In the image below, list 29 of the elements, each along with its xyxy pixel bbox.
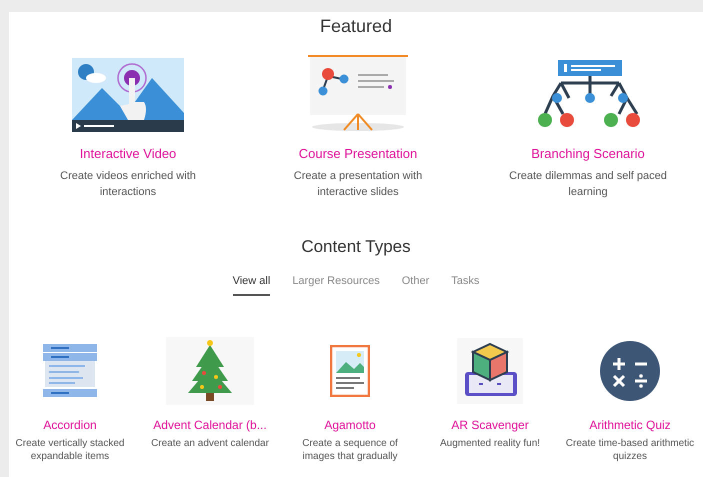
math-operators-icon	[599, 340, 661, 402]
content-type-link[interactable]: Agamotto	[324, 416, 376, 434]
framed-picture-icon	[330, 344, 370, 396]
christmas-tree-icon	[166, 336, 254, 404]
content-type-description: Create a presentation with interactive slides	[292, 168, 424, 200]
filter-tab[interactable]: Tasks	[451, 273, 480, 296]
content-type-description: Create a sequence of images that gradually	[301, 436, 399, 462]
filter-tab[interactable]: Larger Resources	[292, 273, 380, 296]
section-title: Featured	[320, 15, 392, 38]
content-type-description: Augmented reality fun!	[438, 436, 542, 450]
video-player-icon	[72, 58, 184, 132]
content-type-description: Create vertically stacked expandable items	[14, 436, 126, 462]
content-type-link[interactable]: Arithmetic Quiz	[589, 416, 671, 434]
content-type-link[interactable]: Interactive Video	[80, 144, 176, 164]
content-type-description: Create an advent calendar	[150, 436, 270, 450]
content-type-link[interactable]: Accordion	[43, 416, 97, 434]
filter-tab[interactable]: Other	[402, 273, 430, 296]
content-type-link[interactable]: Course Presentation	[298, 144, 418, 164]
content-type-link[interactable]: Branching Scenario	[531, 144, 645, 164]
filter-tab[interactable]: View all	[232, 273, 270, 296]
presentation-board-icon	[306, 54, 410, 132]
content-type-link[interactable]: AR Scavenger	[451, 416, 529, 434]
content-type-description: Create time-based arithmetic quizzes	[565, 436, 695, 462]
content-type-link[interactable]: Advent Calendar (b...	[153, 416, 267, 434]
content-type-description: Create videos enriched with interactions	[59, 168, 197, 200]
section-title: Content Types	[301, 236, 411, 258]
cube-on-phone-icon	[457, 338, 523, 404]
content-type-description: Create dilemmas and self paced learning	[508, 168, 668, 200]
accordion-list-icon	[41, 342, 99, 400]
